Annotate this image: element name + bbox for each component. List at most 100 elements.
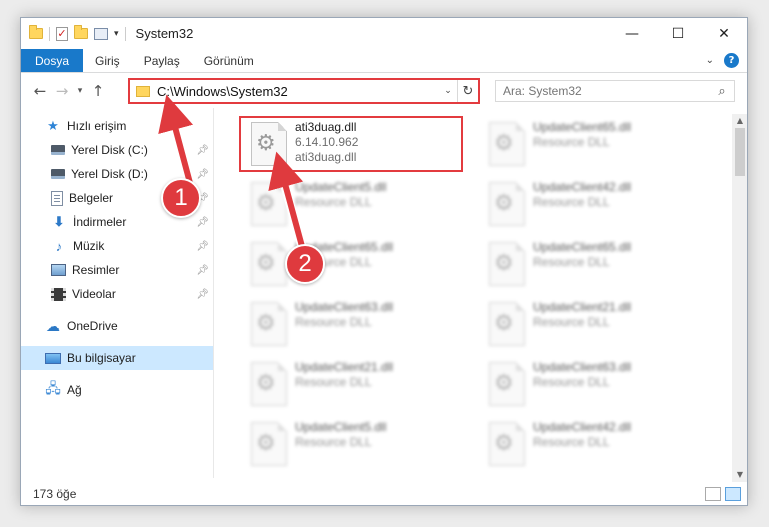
sidebar-item-label: Yerel Disk (D:) xyxy=(71,167,148,181)
scrollbar-thumb[interactable] xyxy=(735,128,745,176)
tab-home[interactable]: Giriş xyxy=(83,49,132,72)
sidebar-item-this-pc[interactable]: Bu bilgisayar xyxy=(21,346,213,370)
disk-icon xyxy=(51,145,65,155)
view-props-icon[interactable] xyxy=(94,27,108,40)
address-path[interactable]: C:\Windows\System32 xyxy=(157,84,439,99)
pin-icon[interactable]: 📌︎ xyxy=(196,217,209,228)
file-version: 6.14.10.962 xyxy=(295,135,359,149)
dll-file-icon xyxy=(489,122,525,166)
file-name: UpdateClient42.dll xyxy=(533,420,632,434)
details-view-icon[interactable] xyxy=(705,487,721,501)
help-icon[interactable]: ? xyxy=(724,53,739,68)
list-item[interactable]: UpdateClient63.dllResource DLL xyxy=(241,298,465,354)
toolbar-divider xyxy=(49,26,50,41)
file-description: Resource DLL xyxy=(533,375,610,389)
folder-icon xyxy=(136,85,150,97)
vertical-scrollbar[interactable]: ▲ ▼ xyxy=(732,114,747,482)
title-bar: ✓ ▾ System32 — ☐ ✕ xyxy=(21,18,747,49)
dll-file-icon xyxy=(251,122,287,166)
pictures-icon xyxy=(51,264,66,276)
window-controls: — ☐ ✕ xyxy=(609,18,747,49)
file-description: Resource DLL xyxy=(533,195,610,209)
pin-icon[interactable]: 📌︎ xyxy=(196,145,209,156)
file-name: UpdateClient21.dll xyxy=(533,300,632,314)
quick-access-toolbar: ✓ ▾ xyxy=(21,25,126,41)
list-item[interactable]: UpdateClient5.dllResource DLL xyxy=(241,418,465,474)
file-name: UpdateClient5.dll xyxy=(295,180,387,194)
chevron-down-icon[interactable]: ⌄ xyxy=(706,55,714,66)
list-item[interactable]: UpdateClient42.dllResource DLL xyxy=(479,418,703,474)
sidebar-item-local-disk-c[interactable]: Yerel Disk (C:) 📌︎ xyxy=(21,138,213,162)
large-icons-view-icon[interactable] xyxy=(725,487,741,501)
new-folder-icon[interactable] xyxy=(74,25,88,39)
toolbar-divider xyxy=(124,26,126,41)
computer-icon xyxy=(45,352,61,364)
list-item[interactable]: UpdateClient65.dllResource DLL xyxy=(479,238,703,294)
toolbar-dropdown-icon[interactable]: ▾ xyxy=(114,29,119,39)
close-button[interactable]: ✕ xyxy=(701,18,747,49)
navigation-bar: ← → ▾ ↑ C:\Windows\System32 ⌄ ↻ ⌕ xyxy=(21,74,747,108)
refresh-icon[interactable]: ↻ xyxy=(458,84,478,99)
dll-file-icon xyxy=(251,362,287,406)
list-item[interactable]: UpdateClient42.dllResource DLL xyxy=(479,178,703,234)
dll-file-icon xyxy=(251,422,287,466)
pin-icon[interactable]: 📌︎ xyxy=(196,169,209,180)
file-name: ati3duag.dll xyxy=(295,120,357,134)
sidebar-item-label: Ağ xyxy=(67,383,82,397)
explorer-window: ✓ ▾ System32 — ☐ ✕ Dosya Giriş Paylaş Gö… xyxy=(20,17,748,506)
list-item[interactable]: UpdateClient21.dllResource DLL xyxy=(241,358,465,414)
recent-locations-icon[interactable]: ▾ xyxy=(73,86,87,96)
view-switcher xyxy=(705,487,741,501)
tab-file[interactable]: Dosya xyxy=(21,49,84,72)
sidebar-item-label: Hızlı erişim xyxy=(67,119,127,133)
sidebar-item-network[interactable]: 🖧︎ Ağ xyxy=(21,378,213,402)
maximize-button[interactable]: ☐ xyxy=(655,18,701,49)
properties-check-icon[interactable]: ✓ xyxy=(56,26,68,41)
list-item[interactable]: UpdateClient63.dllResource DLL xyxy=(479,358,703,414)
sidebar-item-videos[interactable]: Videolar 📌︎ xyxy=(21,282,213,306)
status-bar: 173 öğe xyxy=(21,482,747,505)
dll-file-icon xyxy=(489,422,525,466)
pane-divider[interactable] xyxy=(213,108,214,478)
scroll-down-icon[interactable]: ▼ xyxy=(732,468,747,482)
minimize-button[interactable]: — xyxy=(609,18,655,49)
list-item[interactable]: UpdateClient5.dllResource DLL xyxy=(241,178,465,234)
sidebar-item-label: Müzik xyxy=(73,239,105,253)
back-arrow-icon[interactable]: ← xyxy=(29,82,51,100)
search-input[interactable] xyxy=(503,84,710,98)
file-name: UpdateClient63.dll xyxy=(533,360,632,374)
dll-file-icon xyxy=(489,302,525,346)
address-bar[interactable]: C:\Windows\System32 ⌄ ↻ xyxy=(128,78,480,104)
pin-icon[interactable]: 📌︎ xyxy=(196,265,209,276)
sidebar-item-music[interactable]: ♪ Müzik 📌︎ xyxy=(21,234,213,258)
search-box[interactable]: ⌕ xyxy=(495,80,735,102)
sidebar-item-pictures[interactable]: Resimler 📌︎ xyxy=(21,258,213,282)
item-count: 173 öğe xyxy=(33,487,77,501)
tab-view[interactable]: Görünüm xyxy=(192,49,266,72)
address-field[interactable]: C:\Windows\System32 ⌄ xyxy=(130,80,458,102)
star-icon: ★ xyxy=(47,118,59,133)
list-item[interactable]: UpdateClient65.dllResource DLL xyxy=(241,238,465,294)
forward-arrow-icon[interactable]: → xyxy=(51,82,73,100)
list-item[interactable]: UpdateClient65.dllResource DLL xyxy=(479,118,703,174)
address-dropdown-icon[interactable]: ⌄ xyxy=(439,86,457,96)
music-icon: ♪ xyxy=(55,238,63,254)
file-description: Resource DLL xyxy=(533,255,610,269)
file-item-ati3duag[interactable]: ati3duag.dll 6.14.10.962 ati3duag.dll xyxy=(239,116,463,172)
tab-share[interactable]: Paylaş xyxy=(132,49,192,72)
scroll-up-icon[interactable]: ▲ xyxy=(732,114,747,128)
list-item[interactable]: UpdateClient21.dllResource DLL xyxy=(479,298,703,354)
search-icon[interactable]: ⌕ xyxy=(710,84,734,99)
file-description: ati3duag.dll xyxy=(295,150,357,164)
pin-icon[interactable]: 📌︎ xyxy=(196,241,209,252)
dll-file-icon xyxy=(489,362,525,406)
sidebar-item-label: Yerel Disk (C:) xyxy=(71,143,148,157)
ribbon-tabs: Dosya Giriş Paylaş Görünüm ⌄ ? xyxy=(21,49,747,73)
sidebar-item-quick-access[interactable]: ★ Hızlı erişim xyxy=(21,114,213,138)
file-description: Resource DLL xyxy=(533,135,610,149)
network-icon: 🖧︎ xyxy=(45,380,61,396)
sidebar-item-onedrive[interactable]: ☁ OneDrive xyxy=(21,314,213,338)
pin-icon[interactable]: 📌︎ xyxy=(196,289,209,300)
up-arrow-icon[interactable]: ↑ xyxy=(87,82,109,100)
download-icon: ⬇ xyxy=(53,214,65,229)
